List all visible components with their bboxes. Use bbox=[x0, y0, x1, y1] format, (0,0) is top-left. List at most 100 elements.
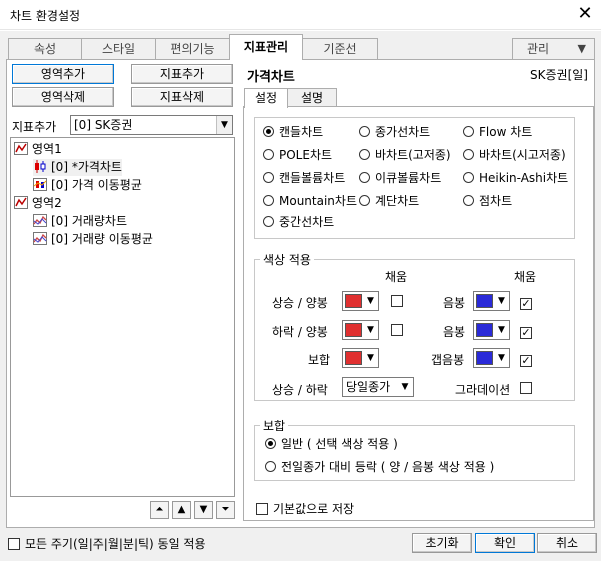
radio-step-chart[interactable]: 계단차트 bbox=[359, 193, 419, 209]
subtab-description[interactable]: 설명 bbox=[287, 88, 337, 107]
radio-icon bbox=[263, 126, 274, 137]
chevron-down-icon: ▼ bbox=[494, 349, 509, 367]
tree-item-area1[interactable]: 영역1 bbox=[14, 141, 62, 158]
chevron-down-icon: ▼ bbox=[494, 292, 509, 310]
checkbox-icon bbox=[256, 503, 268, 515]
color-swatch bbox=[476, 351, 493, 365]
radio-pole-chart[interactable]: POLE차트 bbox=[263, 147, 332, 163]
subtab-settings[interactable]: 설정 bbox=[244, 88, 288, 108]
gradation-checkbox[interactable] bbox=[520, 381, 532, 395]
updown-basis-select[interactable]: 당일종가 ▼ bbox=[342, 377, 414, 397]
radio-flat-normal[interactable]: 일반 ( 선택 색상 적용 ) bbox=[265, 436, 398, 452]
chevron-down-icon: ▼ bbox=[577, 42, 586, 55]
indicator-tree[interactable]: 영역1 [0] *가격차트 [0] 가격 이동평균 영역2 [0] 거래량차트 … bbox=[10, 137, 235, 497]
gap-bear-label: 갭음봉 bbox=[431, 353, 465, 367]
up-bull-fill-checkbox[interactable] bbox=[391, 294, 403, 308]
radio-bar-hlc-chart[interactable]: 바차트(고저종) bbox=[359, 147, 451, 163]
flat-group-title: 보합 bbox=[260, 417, 289, 434]
cancel-button[interactable]: 취소 bbox=[537, 533, 597, 553]
move-bottom-button[interactable]: ⏷ bbox=[216, 501, 235, 519]
radio-bar-ohlc-chart[interactable]: 바차트(시고저종) bbox=[463, 147, 566, 163]
save-default-checkbox[interactable]: 기본값으로 저장 bbox=[256, 501, 354, 517]
down-bear-fill-checkbox[interactable]: ✓ bbox=[520, 323, 532, 339]
radio-flow-chart[interactable]: Flow 차트 bbox=[463, 124, 532, 140]
radio-equi-volume-chart[interactable]: 이큐볼륨차트 bbox=[359, 170, 441, 186]
up-bear-color-picker[interactable]: ▼ bbox=[473, 291, 510, 311]
checkmark-icon: ✓ bbox=[520, 297, 532, 310]
tab-baseline[interactable]: 기준선 bbox=[302, 38, 378, 59]
area-delete-button[interactable]: 영역삭제 bbox=[12, 87, 114, 107]
tree-item-label: [0] 가격 이동평균 bbox=[51, 178, 142, 192]
tree-item-price-ma[interactable]: [0] 가격 이동평균 bbox=[33, 177, 142, 194]
radio-icon bbox=[359, 195, 370, 206]
radio-candle-volume-chart[interactable]: 캔들볼륨차트 bbox=[263, 170, 345, 186]
radio-dot-chart[interactable]: 점차트 bbox=[463, 193, 512, 209]
volume-ma-icon bbox=[33, 232, 47, 245]
radio-icon bbox=[463, 172, 474, 183]
area-add-button[interactable]: 영역추가 bbox=[12, 64, 114, 84]
tab-style[interactable]: 스타일 bbox=[81, 38, 156, 59]
fill-header-right: 채움 bbox=[514, 270, 537, 284]
up-bear-label: 음봉 bbox=[443, 296, 466, 310]
ok-button[interactable]: 확인 bbox=[475, 533, 535, 553]
tree-item-label: [0] 거래량차트 bbox=[51, 214, 128, 228]
move-top-icon: ⏶ bbox=[155, 504, 164, 515]
down-bull-color-picker[interactable]: ▼ bbox=[342, 320, 379, 340]
radio-mountain-chart[interactable]: Mountain차트 bbox=[263, 193, 357, 209]
flat-color-picker[interactable]: ▼ bbox=[342, 348, 379, 368]
tree-item-price-chart[interactable]: [0] *가격차트 bbox=[33, 159, 122, 176]
radio-icon bbox=[359, 172, 370, 183]
down-bull-fill-checkbox[interactable] bbox=[391, 323, 403, 337]
tab-convenience[interactable]: 편의기능 bbox=[155, 38, 230, 59]
indicator-select[interactable]: [0] SK증권 ▼ bbox=[70, 115, 233, 135]
radio-icon bbox=[463, 195, 474, 206]
indicator-title: 가격차트 bbox=[247, 70, 295, 85]
radio-icon bbox=[359, 149, 370, 160]
radio-icon bbox=[359, 126, 370, 137]
window-title: 차트 환경설정 bbox=[10, 9, 81, 23]
tree-item-volume-ma[interactable]: [0] 거래량 이동평균 bbox=[33, 231, 153, 248]
color-group-title: 색상 적용 bbox=[260, 251, 314, 268]
indicator-add-button[interactable]: 지표추가 bbox=[131, 64, 233, 84]
radio-icon bbox=[463, 126, 474, 137]
tree-item-volume-chart[interactable]: [0] 거래량차트 bbox=[33, 213, 127, 230]
title-bar: 차트 환경설정 ✕ bbox=[0, 0, 601, 30]
down-bear-color-picker[interactable]: ▼ bbox=[473, 320, 510, 340]
gap-bear-color-picker[interactable]: ▼ bbox=[473, 348, 510, 368]
chevron-down-icon: ▼ bbox=[363, 321, 378, 339]
apply-all-periods-checkbox[interactable]: 모든 주기(일|주|월|분|틱) 동일 적용 bbox=[8, 536, 206, 552]
volume-icon bbox=[33, 214, 47, 227]
indicator-delete-button[interactable]: 지표삭제 bbox=[131, 87, 233, 107]
tab-indicator-management[interactable]: 지표관리 bbox=[229, 34, 303, 60]
up-bear-fill-checkbox[interactable]: ✓ bbox=[520, 294, 532, 310]
reset-button[interactable]: 초기화 bbox=[412, 533, 472, 553]
move-top-button[interactable]: ⏶ bbox=[150, 501, 169, 519]
up-bull-color-picker[interactable]: ▼ bbox=[342, 291, 379, 311]
flat-color-label: 보합 bbox=[308, 353, 331, 367]
arrow-down-icon: ▼ bbox=[199, 504, 208, 515]
close-icon[interactable]: ✕ bbox=[574, 3, 596, 25]
radio-heikin-ashi-chart[interactable]: Heikin-Ashi차트 bbox=[463, 170, 568, 186]
color-swatch bbox=[345, 323, 362, 337]
move-down-button[interactable]: ▼ bbox=[194, 501, 213, 519]
up-bull-label: 상승 / 양봉 bbox=[272, 296, 328, 310]
down-bear-label: 음봉 bbox=[443, 325, 466, 339]
tab-properties[interactable]: 속성 bbox=[8, 38, 82, 59]
color-swatch bbox=[345, 294, 362, 308]
tree-item-label: 영역2 bbox=[32, 196, 62, 210]
radio-close-line-chart[interactable]: 종가선차트 bbox=[359, 124, 430, 140]
radio-icon bbox=[265, 438, 276, 449]
tree-item-label: [0] 거래량 이동평균 bbox=[51, 232, 153, 246]
radio-flat-prevclose[interactable]: 전일종가 대비 등락 ( 양 / 음봉 색상 적용 ) bbox=[265, 459, 494, 475]
color-swatch bbox=[345, 351, 362, 365]
radio-candle-chart[interactable]: 캔들차트 bbox=[263, 124, 323, 140]
gradation-label: 그라데이션 bbox=[455, 383, 511, 397]
tab-manage[interactable]: 관리 ▼ bbox=[512, 38, 595, 59]
checkmark-icon: ✓ bbox=[520, 326, 532, 339]
tree-item-label: [0] *가격차트 bbox=[51, 160, 122, 174]
move-up-button[interactable]: ▲ bbox=[172, 501, 191, 519]
area-icon bbox=[14, 196, 28, 209]
tree-item-area2[interactable]: 영역2 bbox=[14, 195, 62, 212]
radio-midline-chart[interactable]: 중간선차트 bbox=[263, 214, 334, 230]
gap-bear-fill-checkbox[interactable]: ✓ bbox=[520, 351, 532, 367]
